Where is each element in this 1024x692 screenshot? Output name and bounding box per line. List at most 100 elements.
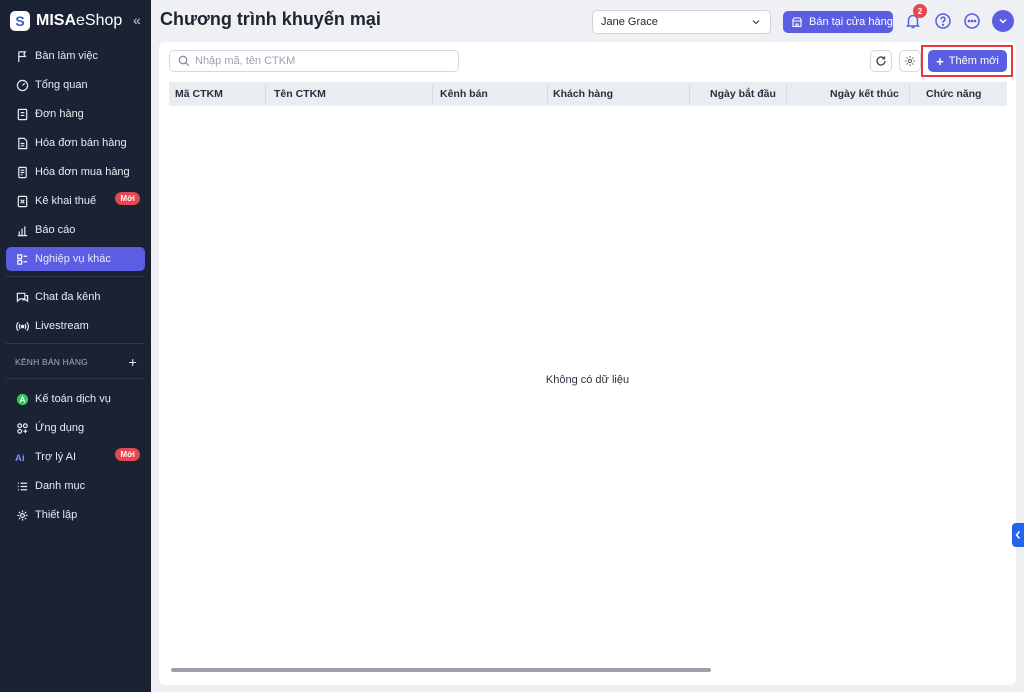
refresh-icon — [876, 56, 886, 66]
order-icon — [15, 107, 29, 121]
expand-panel-tab[interactable] — [1012, 523, 1024, 547]
column-header-ten-ctkm[interactable]: Tên CTKM — [274, 82, 326, 106]
sidebar-item-label: Hóa đơn mua hàng — [35, 166, 130, 178]
sidebar-item-ke-toan-dich-vu[interactable]: Kế toán dịch vụ — [6, 387, 145, 411]
sidebar-item-label: Nghiệp vụ khác — [35, 253, 111, 265]
column-separator — [689, 85, 690, 103]
add-channel-button[interactable]: + — [129, 354, 137, 370]
sidebar-item-ung-dung[interactable]: Ứng dụng — [6, 416, 145, 440]
sidebar-item-chat-da-kenh[interactable]: Chat đa kênh — [6, 285, 145, 309]
column-header-ma-ctkm[interactable]: Mã CTKM — [175, 82, 223, 106]
tax-icon — [15, 194, 29, 208]
new-badge: Mới — [115, 448, 140, 461]
gear-icon — [905, 56, 915, 66]
avatar[interactable] — [992, 10, 1014, 32]
sidebar-item-bao-cao[interactable]: Báo cáo — [6, 218, 145, 242]
sidebar: S MISAeShop « Bàn làm việc Tổng quan Đơn… — [0, 0, 151, 692]
brand-mark: S — [10, 11, 30, 31]
sidebar-item-label: Tổng quan — [35, 79, 88, 91]
column-header-ngay-bat-dau[interactable]: Ngày bắt đầu — [710, 82, 776, 106]
refresh-button[interactable] — [870, 50, 892, 72]
column-header-ngay-ket-thuc[interactable]: Ngày kết thúc — [830, 82, 899, 106]
sell-at-store-button[interactable]: Bán tại cửa hàng — [783, 11, 893, 33]
settings-icon — [15, 508, 29, 522]
sidebar-item-label: Trợ lý AI — [35, 451, 77, 463]
chevron-down-icon — [999, 18, 1007, 24]
sidebar-divider — [6, 276, 145, 277]
sidebar-item-label: Livestream — [35, 320, 89, 332]
sidebar-item-hoa-don-ban-hang[interactable]: Hóa đơn bán hàng — [6, 131, 145, 155]
empty-state-text: Không có dữ liệu — [545, 374, 630, 386]
sidebar-item-label: Ứng dụng — [35, 422, 85, 434]
sidebar-item-label: Kê khai thuế — [35, 195, 97, 207]
ai-icon: Ai — [15, 450, 29, 464]
sidebar-item-label: Thiết lập — [35, 509, 78, 521]
sidebar-item-don-hang[interactable]: Đơn hàng — [6, 102, 145, 126]
column-separator — [547, 85, 548, 103]
sidebar-item-label: Đơn hàng — [35, 108, 84, 120]
column-separator — [786, 85, 787, 103]
store-icon — [792, 17, 802, 28]
sidebar-menu-top: Bàn làm việc Tổng quan Đơn hàng Hóa đơn … — [6, 44, 145, 532]
sidebar-item-label: Chat đa kênh — [35, 291, 101, 303]
livestream-icon — [15, 319, 29, 333]
search-icon — [178, 55, 190, 67]
chevron-down-icon — [752, 20, 760, 25]
search-box[interactable] — [169, 50, 459, 72]
sidebar-item-label: Bàn làm việc — [35, 50, 98, 62]
brand-logo[interactable]: S MISAeShop — [10, 10, 122, 32]
svg-text:Ai: Ai — [15, 453, 25, 464]
sidebar-item-danh-muc[interactable]: Danh mục — [6, 474, 145, 498]
help-icon[interactable] — [934, 12, 952, 30]
apps-icon — [15, 421, 29, 435]
sidebar-divider — [6, 378, 145, 379]
purchase-invoice-icon — [15, 165, 29, 179]
accounting-icon — [15, 392, 29, 406]
sidebar-item-label: Kế toán dịch vụ — [35, 393, 111, 405]
section-title-label: KÊNH BÁN HÀNG — [15, 357, 88, 367]
user-select[interactable]: Jane Grace — [592, 10, 771, 34]
flag-icon — [15, 49, 29, 63]
sidebar-item-label: Hóa đơn bán hàng — [35, 137, 127, 149]
sidebar-divider — [6, 343, 145, 344]
table-header: Mã CTKM Tên CTKM Kênh bán Khách hàng Ngà… — [169, 82, 1007, 106]
sidebar-item-nghiep-vu-khac[interactable]: Nghiệp vụ khác — [6, 247, 145, 271]
sidebar-item-ke-khai-thue[interactable]: Kê khai thuế Mới — [6, 189, 145, 213]
sidebar-item-label: Báo cáo — [35, 224, 76, 236]
search-input[interactable] — [195, 55, 445, 67]
sidebar-item-thiet-lap[interactable]: Thiết lập — [6, 503, 145, 527]
collapse-sidebar-button[interactable]: « — [133, 12, 141, 28]
report-icon — [15, 223, 29, 237]
sidebar-item-livestream[interactable]: Livestream — [6, 314, 145, 338]
more-icon[interactable] — [963, 12, 981, 30]
main-card: + Thêm mới Mã CTKM Tên CTKM Kênh bán Khá… — [159, 42, 1016, 685]
sidebar-item-ban-lam-viec[interactable]: Bàn làm việc — [6, 44, 145, 68]
column-separator — [909, 85, 910, 103]
column-separator — [265, 85, 266, 103]
table-settings-button[interactable] — [899, 50, 921, 72]
column-separator — [432, 85, 433, 103]
column-header-khach-hang[interactable]: Khách hàng — [553, 82, 613, 106]
list-icon — [15, 479, 29, 493]
column-header-kenh-ban[interactable]: Kênh bán — [440, 82, 488, 106]
sidebar-item-tong-quan[interactable]: Tổng quan — [6, 73, 145, 97]
column-header-chuc-nang[interactable]: Chức năng — [926, 82, 981, 106]
add-new-button[interactable]: + Thêm mới — [928, 50, 1007, 72]
sidebar-item-label: Danh mục — [35, 480, 86, 492]
plus-icon: + — [936, 53, 944, 69]
horizontal-scrollbar[interactable] — [171, 668, 711, 672]
brand-name: MISAeShop — [36, 12, 123, 29]
sidebar-item-hoa-don-mua-hang[interactable]: Hóa đơn mua hàng — [6, 160, 145, 184]
add-new-label: Thêm mới — [948, 55, 999, 67]
chat-icon — [15, 290, 29, 304]
operations-icon — [15, 252, 29, 266]
sidebar-item-tro-ly-ai[interactable]: Ai Trợ lý AI Mới — [6, 445, 145, 469]
notification-count-badge: 2 — [913, 4, 927, 18]
user-select-value: Jane Grace — [601, 16, 658, 28]
section-sales-channels: KÊNH BÁN HÀNG + — [6, 352, 145, 372]
page-title: Chương trình khuyến mại — [160, 9, 381, 29]
new-badge: Mới — [115, 192, 140, 205]
invoice-icon — [15, 136, 29, 150]
gauge-icon — [15, 78, 29, 92]
sell-at-store-label: Bán tại cửa hàng — [809, 16, 893, 28]
